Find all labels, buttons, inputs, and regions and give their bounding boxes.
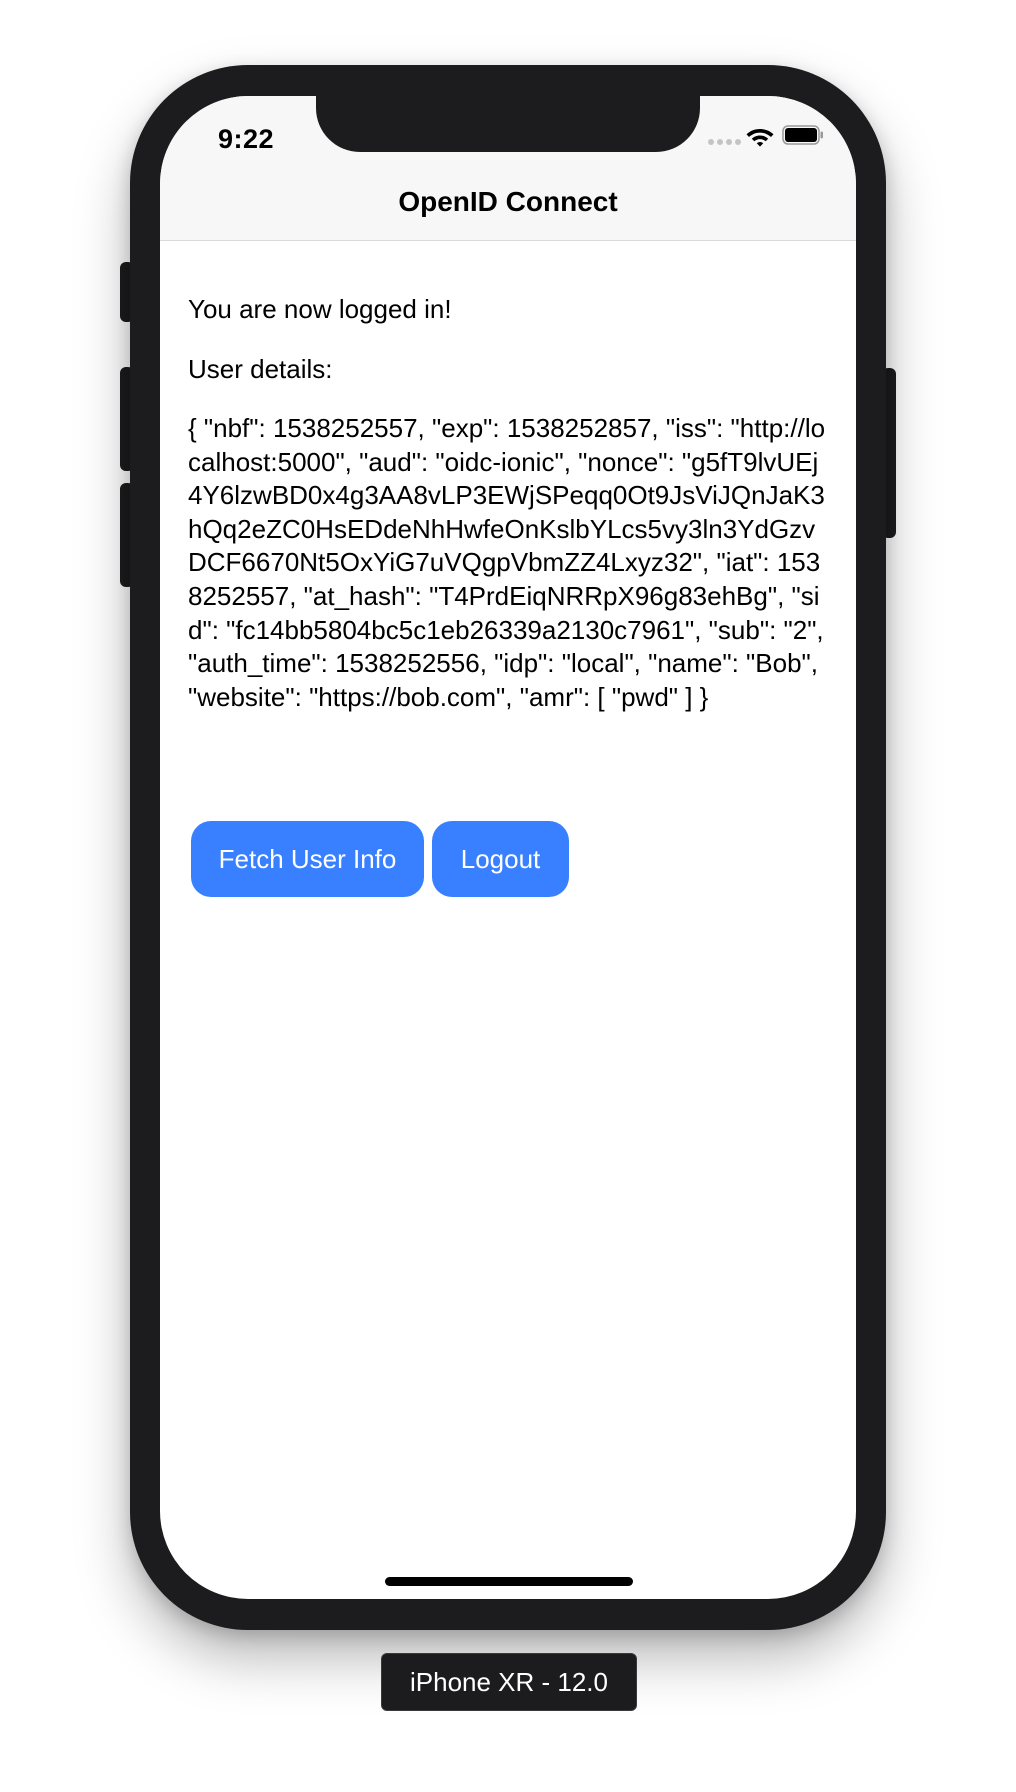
- logged-in-message: You are now logged in!: [188, 294, 452, 324]
- user-details-label: User details:: [188, 354, 333, 384]
- page-title: OpenID Connect: [398, 186, 618, 217]
- action-buttons: Fetch User Info Logout: [191, 821, 569, 897]
- user-details-json: { "nbf": 1538252557, "exp": 1538252857, …: [188, 413, 826, 712]
- notch: [316, 96, 700, 152]
- logout-button[interactable]: Logout: [432, 821, 569, 897]
- phone-screen: 9:22 OpenID Connect You are now logged i…: [160, 96, 856, 1599]
- main-content: You are now logged in! User details: { "…: [188, 292, 832, 714]
- battery-icon: [782, 125, 823, 145]
- navigation-bar: OpenID Connect: [160, 162, 856, 241]
- wifi-icon: [746, 129, 774, 147]
- simulator-window: 9:22 OpenID Connect You are now logged i…: [0, 0, 1016, 1792]
- fetch-user-info-button[interactable]: Fetch User Info: [191, 821, 424, 897]
- cellular-signal-icon: [708, 139, 741, 145]
- device-label: iPhone XR - 12.0: [381, 1653, 637, 1711]
- status-time: 9:22: [218, 124, 275, 154]
- home-indicator[interactable]: [385, 1577, 633, 1586]
